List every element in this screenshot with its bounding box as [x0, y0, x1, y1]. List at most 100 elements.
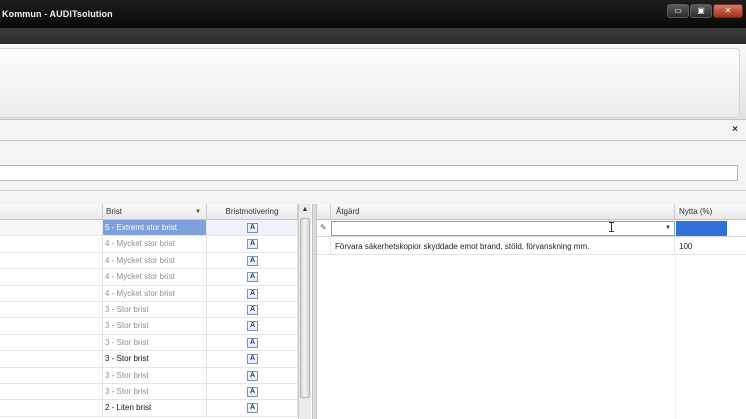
bristmotivering-cell[interactable]: A [207, 301, 298, 318]
brist-grid: Brist ▼ Bristmotivering 5 - Extremt stor… [0, 204, 312, 419]
bristmotivering-cell[interactable]: A [207, 318, 298, 334]
window-title: Kommun - AUDITsolution [2, 9, 113, 19]
edit-text-icon[interactable]: A [247, 223, 258, 233]
atgard-grid: Åtgärd Nytta (%) ✎ ▼ Förvara säkerhetsko… [317, 204, 746, 419]
brist-cell[interactable]: 2 - Liten brist [103, 400, 207, 416]
bristmotivering-cell[interactable]: A [207, 334, 298, 351]
table-row[interactable]: 3 - Stor brist A [0, 301, 298, 319]
filter-bar[interactable] [0, 165, 738, 181]
ribbon [0, 44, 746, 120]
table-row[interactable]: 4 - Mycket stor brist A [0, 269, 298, 286]
window-controls: ▭ ▣ ✕ [667, 4, 743, 18]
scrollbar-thumb[interactable] [300, 218, 310, 398]
atgard-combobox[interactable]: ▼ [331, 221, 675, 236]
edit-text-icon[interactable]: A [247, 304, 258, 315]
brist-grid-header: Brist ▼ Bristmotivering [0, 204, 298, 220]
edit-text-icon[interactable]: A [247, 386, 258, 397]
edit-text-icon[interactable]: A [247, 403, 258, 414]
brist-cell[interactable]: 4 - Mycket stor brist [103, 252, 207, 269]
brist-cell[interactable]: 4 - Mycket stor brist [103, 285, 207, 301]
table-row[interactable]: 3 - Stor brist A [0, 383, 298, 401]
divider [0, 190, 746, 191]
row-cell-blank[interactable] [0, 351, 103, 367]
table-row[interactable]: 3 - Stor brist A [0, 334, 298, 352]
bristmotivering-cell[interactable]: A [207, 252, 298, 269]
text-cursor-icon [609, 222, 614, 232]
bristmotivering-cell[interactable]: A [207, 367, 298, 383]
brist-cell[interactable]: 3 - Stor brist [103, 301, 207, 318]
divider [0, 140, 746, 141]
bristmotivering-cell[interactable]: A [207, 220, 298, 236]
edit-text-icon[interactable]: A [247, 288, 258, 299]
scroll-up-icon[interactable]: ▲ [301, 206, 309, 214]
edit-text-icon[interactable]: A [247, 321, 258, 332]
table-row[interactable]: 4 - Mycket stor brist A [0, 236, 298, 253]
atgard-cell[interactable]: Förvara säkerhetskopior skyddade emot br… [331, 238, 675, 254]
row-cell-blank[interactable] [0, 285, 103, 301]
edit-text-icon[interactable]: A [247, 337, 258, 348]
header-cell-blank[interactable] [0, 204, 103, 220]
edit-text-icon[interactable]: A [247, 255, 258, 266]
pencil-icon: ✎ [320, 223, 327, 232]
row-cell-blank[interactable] [0, 383, 103, 400]
close-document-button[interactable]: × [732, 124, 738, 135]
table-row[interactable]: 3 - Stor brist A [0, 318, 298, 335]
brist-cell[interactable]: 3 - Stor brist [103, 367, 207, 383]
brist-cell[interactable]: 4 - Mycket stor brist [103, 269, 207, 285]
brist-cell[interactable]: 3 - Stor brist [103, 318, 207, 334]
row-indicator[interactable] [317, 238, 331, 254]
header-brist[interactable]: Brist ▼ [103, 204, 207, 220]
table-row[interactable]: 4 - Mycket stor brist A [0, 285, 298, 302]
document-area: × Brist ▼ Bristmotivering 5 - Extremt st… [0, 120, 746, 419]
table-row[interactable]: 2 - Liten brist A [0, 400, 298, 417]
brist-cell[interactable]: 3 - Stor brist [103, 383, 207, 400]
nytta-cell[interactable]: 100 [675, 238, 746, 254]
bristmotivering-cell[interactable]: A [207, 236, 298, 252]
brist-grid-rows: 5 - Extremt stor brist A 4 - Mycket stor b… [0, 220, 298, 417]
ribbon-band [0, 48, 740, 118]
new-row: ✎ ▼ [317, 220, 746, 237]
table-row[interactable]: 5 - Extremt stor brist A [0, 220, 298, 237]
row-cell-blank[interactable] [0, 252, 103, 269]
row-cell-blank[interactable] [0, 367, 103, 383]
edit-text-icon[interactable]: A [247, 370, 258, 381]
minimize-button[interactable]: ▭ [667, 4, 689, 18]
edit-text-icon[interactable]: A [247, 272, 258, 283]
brist-cell[interactable]: 4 - Mycket stor brist [103, 236, 207, 252]
row-cell-blank[interactable] [0, 236, 103, 252]
vertical-scrollbar[interactable]: ▲ [298, 204, 311, 419]
row-cell-blank[interactable] [0, 334, 103, 351]
brist-cell[interactable]: 5 - Extremt stor brist [103, 220, 207, 236]
table-row[interactable]: 4 - Mycket stor brist A [0, 252, 298, 270]
bristmotivering-cell[interactable]: A [207, 269, 298, 285]
bristmotivering-cell[interactable]: A [207, 351, 298, 367]
header-atgard[interactable]: Åtgärd [331, 204, 675, 220]
header-bristmotivering[interactable]: Bristmotivering [207, 204, 298, 220]
chevron-down-icon[interactable]: ▼ [665, 225, 671, 231]
row-cell-blank[interactable] [0, 220, 103, 236]
restore-button[interactable]: ▣ [690, 4, 712, 18]
table-row[interactable]: 3 - Stor brist A [0, 351, 298, 368]
nytta-input[interactable] [676, 221, 727, 236]
row-cell-blank[interactable] [0, 301, 103, 318]
filter-icon[interactable]: ▼ [195, 204, 201, 220]
row-cell-blank[interactable] [0, 318, 103, 334]
row-cell-blank[interactable] [0, 269, 103, 285]
row-indicator-header [317, 204, 331, 220]
header-brist-label: Brist [106, 207, 122, 216]
close-window-button[interactable]: ✕ [713, 4, 743, 18]
window-titlebar: Kommun - AUDITsolution ▭ ▣ ✕ [0, 0, 746, 28]
bristmotivering-cell[interactable]: A [207, 285, 298, 301]
brist-cell[interactable]: 3 - Stor brist [103, 351, 207, 367]
bristmotivering-cell[interactable]: A [207, 400, 298, 416]
table-row[interactable]: Förvara säkerhetskopior skyddade emot br… [317, 238, 746, 255]
column-divider [675, 255, 676, 419]
menu-strip [0, 28, 746, 44]
edit-text-icon[interactable]: A [247, 354, 258, 365]
edit-text-icon[interactable]: A [247, 239, 258, 250]
header-nytta[interactable]: Nytta (%) [675, 204, 746, 220]
brist-cell[interactable]: 3 - Stor brist [103, 334, 207, 351]
bristmotivering-cell[interactable]: A [207, 383, 298, 400]
table-row[interactable]: 3 - Stor brist A [0, 367, 298, 384]
row-cell-blank[interactable] [0, 400, 103, 416]
